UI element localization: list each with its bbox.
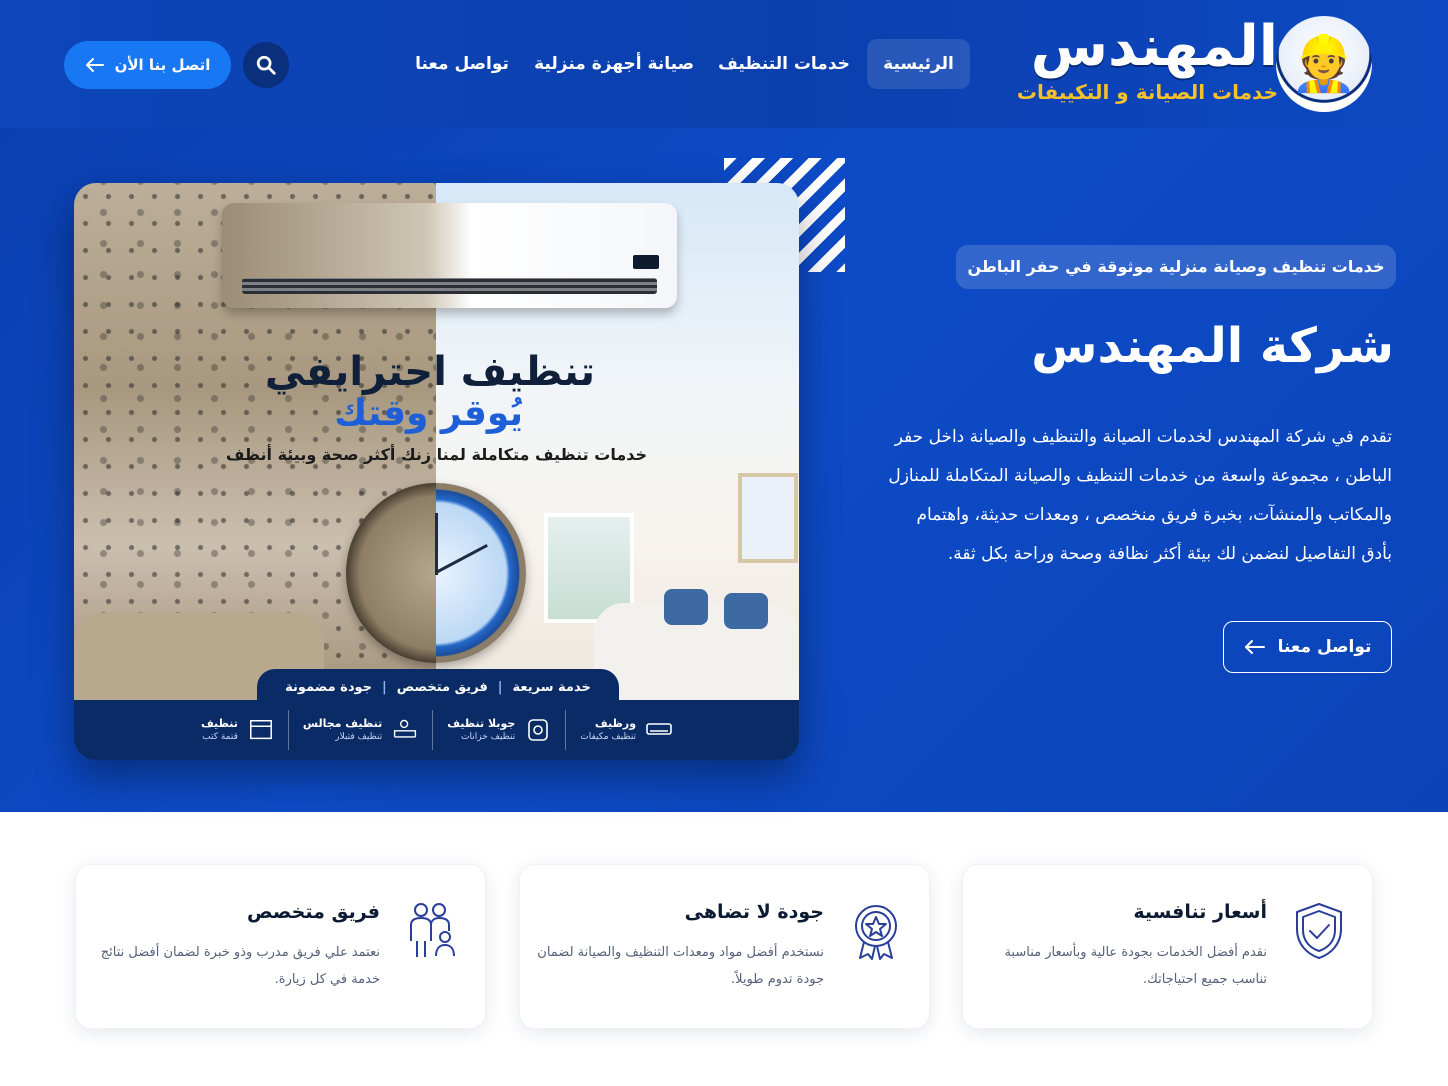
hero-section: خدمات تنظيف وصيانة منزلية موثوقة في حفر … (0, 128, 1448, 812)
service-subtitle: تنظيف مكيفات (580, 732, 637, 742)
service-subtitle: تنظيف خزانات (461, 732, 516, 742)
service-mattress-cleaning: تنظيف قتمة كتب (187, 710, 288, 750)
brand-logo[interactable]: 👷 المهندس خدمات الصيانة و التكييفات (1017, 14, 1372, 114)
promo-services-bar: ورظيف تنظيف مكيفات جوبلا تنظيف تنظيف خزا… (74, 700, 799, 760)
air-conditioner-illustration (222, 203, 677, 308)
service-sofa-cleaning: تنظيف مجالس تنظيف فتبلار (287, 710, 432, 750)
service-title: جوبلا تنظيف (447, 717, 516, 730)
ac-icon (646, 717, 672, 743)
service-tank-cleaning: جوبلا تنظيف تنظيف خزانات (432, 710, 565, 750)
feature-text: نعتمد علي فريق مدرب وذو خبرة لضمان أفضل … (100, 945, 380, 987)
promo-tagline: خدمات تنظيف متكاملة لمنا زنك أكثر صحة وب… (225, 445, 647, 464)
hero-title: شركة المهندس (1031, 318, 1394, 374)
feature-card-quality: جودة لا تضاهى نستخدم أفضل مواد ومعدات ال… (519, 864, 930, 1029)
brand-name: المهندس (1030, 14, 1279, 79)
badge-guaranteed-quality: جودة مضمونة (285, 679, 373, 695)
feature-title: جودة لا تضاهى (684, 901, 824, 923)
clean-sofa-illustration (594, 589, 799, 703)
search-button[interactable] (243, 42, 289, 88)
promo-subtitle: يُوقر وقتك (334, 393, 523, 434)
site-header: 👷 المهندس خدمات الصيانة و التكييفات الرئ… (0, 0, 1448, 128)
hero-tag: خدمات تنظيف وصيانة منزلية موثوقة في حفر … (956, 245, 1396, 289)
mascot-icon: 👷 (1276, 16, 1372, 112)
brand-tagline: خدمات الصيانة و التكييفات (1016, 80, 1278, 104)
team-icon (410, 903, 455, 957)
feature-text: نقدم أفضل الخدمات بجودة عالية وبأسعار من… (1004, 945, 1267, 987)
shield-check-icon (1296, 903, 1342, 959)
service-title: تنظيف (200, 717, 238, 730)
sofa-icon (392, 717, 418, 743)
feature-title: أسعار تنافسية (1133, 901, 1267, 923)
service-ac-cleaning: ورظيف تنظيف مكيفات (565, 710, 686, 750)
nav-item-home[interactable]: الرئيسية (867, 39, 970, 89)
arrow-left-icon (85, 58, 104, 72)
search-icon (256, 55, 276, 75)
badge-fast-service: خدمة سريعة (512, 679, 591, 695)
contact-us-label: تواصل معنا (1277, 637, 1372, 657)
feature-title: فريق متخصص (247, 901, 380, 923)
nav-item-appliance-maintenance[interactable]: صيانة أجهزة منزلية (534, 39, 694, 89)
call-now-button[interactable]: اتصل بنا الأن (64, 41, 231, 89)
hero-description: تقدم في شركة المهندس لخدمات الصيانة والت… (888, 427, 1392, 564)
feature-text: نستخدم أفضل مواد ومعدات التنظيف والصيانة… (537, 945, 824, 987)
feature-card-team: فريق متخصص نعتمد علي فريق مدرب وذو خبرة … (75, 864, 486, 1029)
clock-icon (346, 483, 526, 663)
service-title: ورظيف (594, 717, 637, 730)
nav-item-cleaning[interactable]: خدمات التنظيف (718, 39, 850, 89)
nav-item-contact[interactable]: تواصل معنا (408, 39, 516, 89)
tank-icon (525, 717, 551, 743)
bed-icon (248, 717, 274, 743)
contact-us-button[interactable]: تواصل معنا (1223, 621, 1392, 673)
promo-title: تنظيف احترايفي (265, 349, 595, 395)
arrow-left-icon (1244, 640, 1265, 654)
wall-frame-illustration (738, 473, 798, 563)
service-title: تنظيف مجالس (302, 717, 383, 730)
feature-card-pricing: أسعار تنافسية نقدم أفضل الخدمات بجودة عا… (962, 864, 1373, 1029)
service-subtitle: قتمة كتب (202, 732, 238, 742)
badge-expert-team: فريق متخصص (396, 679, 488, 695)
service-subtitle: تنظيف فتبلار (335, 732, 383, 742)
award-badge-icon (855, 905, 897, 960)
promo-image: تنظيف احترايفي يُوقر وقتك خدمات تنظيف مت… (74, 183, 799, 760)
call-now-label: اتصل بنا الأن (114, 56, 211, 74)
